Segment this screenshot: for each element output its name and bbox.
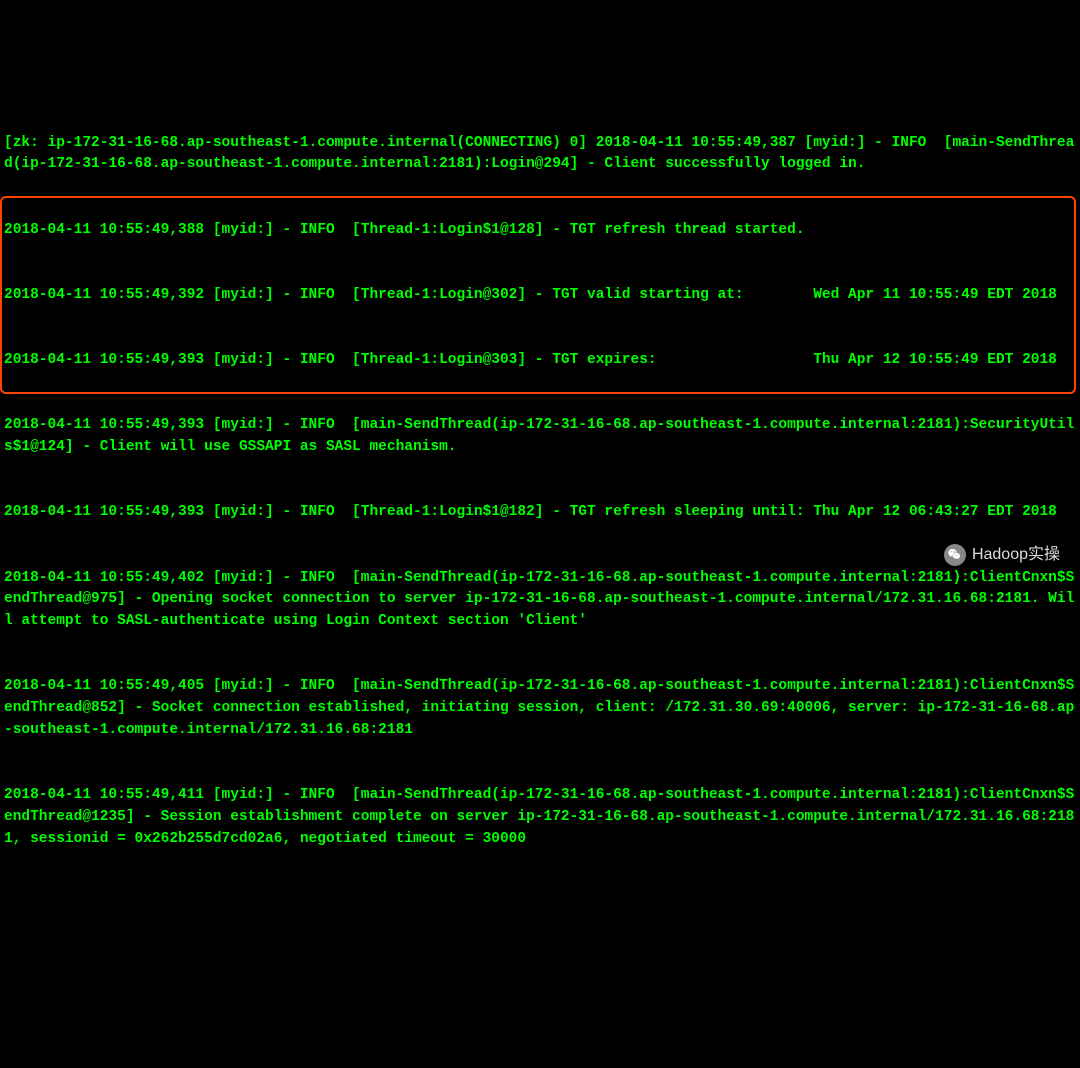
- log-line: 2018-04-11 10:55:49,411 [myid:] - INFO […: [4, 785, 1076, 850]
- log-line: 2018-04-11 10:55:49,392 [myid:] - INFO […: [4, 285, 1076, 307]
- terminal-output: [zk: ip-172-31-16-68.ap-southeast-1.comp…: [4, 89, 1076, 872]
- log-line: 2018-04-11 10:55:49,405 [myid:] - INFO […: [4, 676, 1076, 741]
- log-line: 2018-04-11 10:55:49,388 [myid:] - INFO […: [4, 220, 1076, 242]
- log-line: 2018-04-11 10:55:49,393 [myid:] - INFO […: [4, 502, 1076, 524]
- log-line: [zk: ip-172-31-16-68.ap-southeast-1.comp…: [4, 133, 1076, 177]
- watermark: Hadoop实操: [944, 543, 1060, 567]
- wechat-icon: [944, 544, 966, 566]
- log-line: 2018-04-11 10:55:49,393 [myid:] - INFO […: [4, 415, 1076, 459]
- watermark-text: Hadoop实操: [972, 543, 1060, 567]
- log-line: 2018-04-11 10:55:49,402 [myid:] - INFO […: [4, 568, 1076, 633]
- log-line: 2018-04-11 10:55:49,393 [myid:] - INFO […: [4, 350, 1076, 372]
